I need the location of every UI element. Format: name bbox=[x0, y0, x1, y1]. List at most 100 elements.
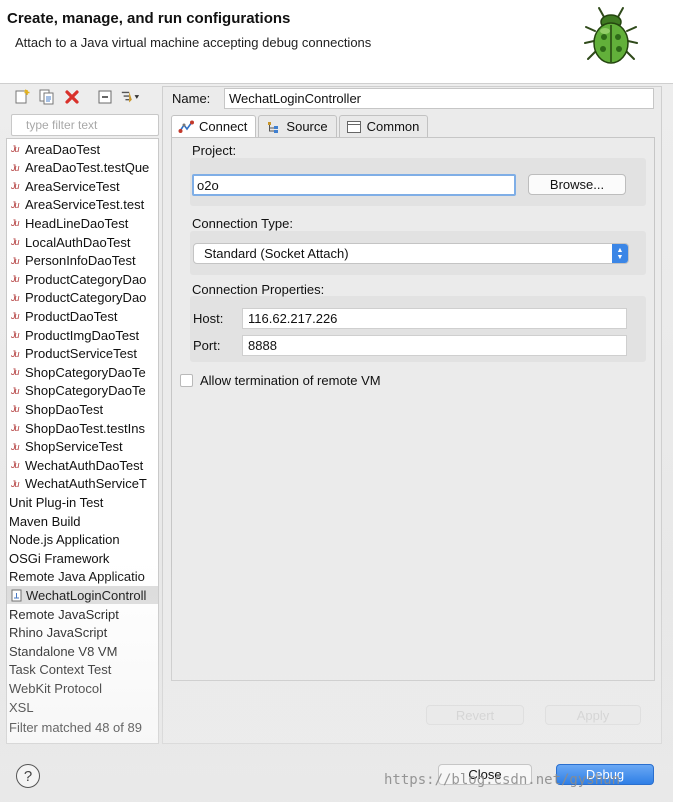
tree-item-label: Remote JavaScript bbox=[9, 606, 119, 622]
collapse-all-icon[interactable] bbox=[95, 87, 115, 107]
junit-config-icon: Ju bbox=[11, 423, 20, 433]
header-description: Attach to a Java virtual machine accepti… bbox=[15, 35, 372, 50]
junit-config-icon: Ju bbox=[11, 385, 20, 396]
config-toolbar bbox=[6, 82, 159, 112]
tree-config-item[interactable]: Ju PersonInfoDaoTest bbox=[7, 252, 158, 270]
tab-common[interactable]: Common bbox=[338, 115, 429, 137]
tree-item-label: HeadLineDaoTest bbox=[25, 215, 129, 231]
tree-item-label: WechatAuthDaoTest bbox=[25, 457, 144, 473]
tree-item-label: AreaDaoTest.testQue bbox=[25, 160, 150, 176]
configuration-tree[interactable]: Ju AreaDaoTest Ju AreaDaoTest.testQue Ju Area… bbox=[6, 138, 159, 744]
name-label: Name: bbox=[172, 91, 211, 106]
filter-input[interactable] bbox=[11, 114, 159, 136]
junit-config-icon: Ju bbox=[11, 330, 20, 340]
junit-config-icon: Ju bbox=[11, 255, 20, 266]
tree-config-item[interactable]: Ju ProductDaoTest bbox=[7, 307, 158, 325]
filter-icon[interactable] bbox=[120, 87, 140, 107]
junit-config-icon: Ju bbox=[11, 441, 20, 452]
tree-item-label: ProductImgDaoTest bbox=[25, 327, 140, 343]
junit-config-icon: Ju bbox=[11, 181, 20, 192]
tree-category-item[interactable]: Maven Build bbox=[7, 512, 158, 530]
tree-config-item[interactable]: Ju ProductServiceTest bbox=[7, 345, 158, 363]
tree-config-item[interactable]: Ju LocalAuthDaoTest bbox=[7, 233, 158, 251]
tree-config-item[interactable]: Ju ShopCategoryDaoTe bbox=[7, 363, 158, 381]
tree-config-item[interactable]: Ju ProductCategoryDao bbox=[7, 289, 158, 307]
tree-config-item[interactable]: Ju WechatAuthDaoTest bbox=[7, 456, 158, 474]
tree-item-label: ShopDaoTest.testIns bbox=[25, 420, 145, 436]
tree-item-label: Node.js Application bbox=[9, 532, 120, 548]
tab-bar: Connect Source Common bbox=[171, 115, 430, 138]
tree-config-item[interactable]: Ju ShopCategoryDaoTe bbox=[7, 382, 158, 400]
tree-config-item[interactable]: WechatLoginControll bbox=[7, 586, 158, 605]
tree-category-item[interactable]: XSL bbox=[7, 698, 158, 716]
tree-item-label: OSGi Framework bbox=[9, 550, 110, 566]
tree-item-label: Maven Build bbox=[9, 513, 81, 529]
tree-item-label: Standalone V8 VM bbox=[9, 643, 118, 659]
tree-config-item[interactable]: Ju ProductImgDaoTest bbox=[7, 326, 158, 344]
junit-config-icon: Ju bbox=[11, 348, 20, 359]
tree-category-item[interactable]: Remote JavaScript bbox=[7, 605, 158, 623]
tree-item-label: WebKit Protocol bbox=[9, 680, 102, 696]
tree-category-item[interactable]: Standalone V8 VM bbox=[7, 642, 158, 660]
debug-bug-icon bbox=[584, 7, 638, 64]
tree-category-item[interactable]: Task Context Test bbox=[7, 661, 158, 679]
connect-icon bbox=[178, 120, 194, 133]
allow-termination-label: Allow termination of remote VM bbox=[200, 373, 381, 388]
common-icon bbox=[346, 120, 361, 133]
tree-config-item[interactable]: Ju AreaServiceTest.test bbox=[7, 196, 158, 214]
project-field[interactable] bbox=[192, 174, 516, 196]
allow-termination-checkbox[interactable] bbox=[180, 374, 193, 387]
junit-config-icon: Ju bbox=[11, 237, 20, 247]
tree-category-item[interactable]: Rhino JavaScript bbox=[7, 624, 158, 642]
junit-config-icon: Ju bbox=[11, 311, 20, 322]
browse-button[interactable]: Browse... bbox=[528, 174, 626, 195]
tree-config-item[interactable]: Ju ShopDaoTest bbox=[7, 400, 158, 418]
header-title: Create, manage, and run configurations bbox=[7, 10, 291, 27]
filter-status: Filter matched 48 of 89 bbox=[9, 720, 142, 735]
tree-config-item[interactable]: Ju HeadLineDaoTest bbox=[7, 214, 158, 232]
tree-item-label: ProductCategoryDao bbox=[25, 271, 147, 287]
tab-connect[interactable]: Connect bbox=[171, 115, 257, 137]
tree-category-item[interactable]: OSGi Framework bbox=[7, 549, 158, 567]
junit-config-icon: Ju bbox=[11, 292, 20, 303]
tree-category-item[interactable]: Remote Java Applicatio bbox=[7, 568, 158, 586]
delete-icon[interactable] bbox=[62, 87, 82, 107]
junit-config-icon: Ju bbox=[11, 367, 20, 378]
tree-config-item[interactable]: Ju ShopDaoTest.testIns bbox=[7, 419, 158, 437]
watermark-text: https://blog.csdn.net/gyshun bbox=[384, 772, 621, 788]
host-field[interactable] bbox=[242, 308, 627, 329]
tree-config-item[interactable]: Ju AreaServiceTest bbox=[7, 177, 158, 195]
junit-config-icon: Ju bbox=[11, 144, 20, 154]
tab-common-label: Common bbox=[366, 119, 420, 134]
tree-config-item[interactable]: Ju WechatAuthServiceT bbox=[7, 475, 158, 493]
duplicate-icon[interactable] bbox=[37, 87, 57, 107]
junit-config-icon: Ju bbox=[11, 199, 20, 210]
tree-category-item[interactable]: Unit Plug-in Test bbox=[7, 493, 158, 511]
tree-item-label: ShopServiceTest bbox=[25, 439, 123, 455]
port-label: Port: bbox=[193, 338, 221, 353]
name-field[interactable] bbox=[224, 88, 654, 109]
tree-config-item[interactable]: Ju AreaDaoTest bbox=[7, 140, 158, 158]
tree-item-label: ShopDaoTest bbox=[25, 401, 104, 417]
tab-source[interactable]: Source bbox=[258, 115, 337, 137]
tree-item-label: ProductCategoryDao bbox=[25, 290, 147, 306]
new-config-icon[interactable] bbox=[12, 87, 32, 107]
tree-config-item[interactable]: Ju ShopServiceTest bbox=[7, 438, 158, 456]
port-field[interactable] bbox=[242, 335, 627, 356]
revert-button[interactable]: Revert bbox=[426, 705, 524, 725]
configuration-list-panel: Ju AreaDaoTest Ju AreaDaoTest.testQue Ju Area… bbox=[3, 82, 159, 744]
tree-item-label: Task Context Test bbox=[9, 662, 112, 678]
tree-config-item[interactable]: Ju AreaDaoTest.testQue bbox=[7, 159, 158, 177]
connection-type-select[interactable]: Standard (Socket Attach) ▲ ▼ bbox=[193, 243, 629, 264]
launch-configurations-dialog: Create, manage, and run configurations A… bbox=[0, 0, 673, 802]
junit-config-icon: Ju bbox=[11, 404, 20, 415]
apply-button[interactable]: Apply bbox=[545, 705, 641, 725]
help-button[interactable]: ? bbox=[16, 764, 40, 788]
tree-item-label: ShopCategoryDaoTe bbox=[25, 364, 146, 380]
tree-item-label: AreaServiceTest.test bbox=[25, 197, 145, 213]
tree-category-item[interactable]: WebKit Protocol bbox=[7, 679, 158, 697]
tree-category-item[interactable]: Node.js Application bbox=[7, 531, 158, 549]
tree-config-item[interactable]: Ju ProductCategoryDao bbox=[7, 270, 158, 288]
source-icon bbox=[268, 121, 279, 133]
tree-item-label: XSL bbox=[9, 699, 34, 715]
